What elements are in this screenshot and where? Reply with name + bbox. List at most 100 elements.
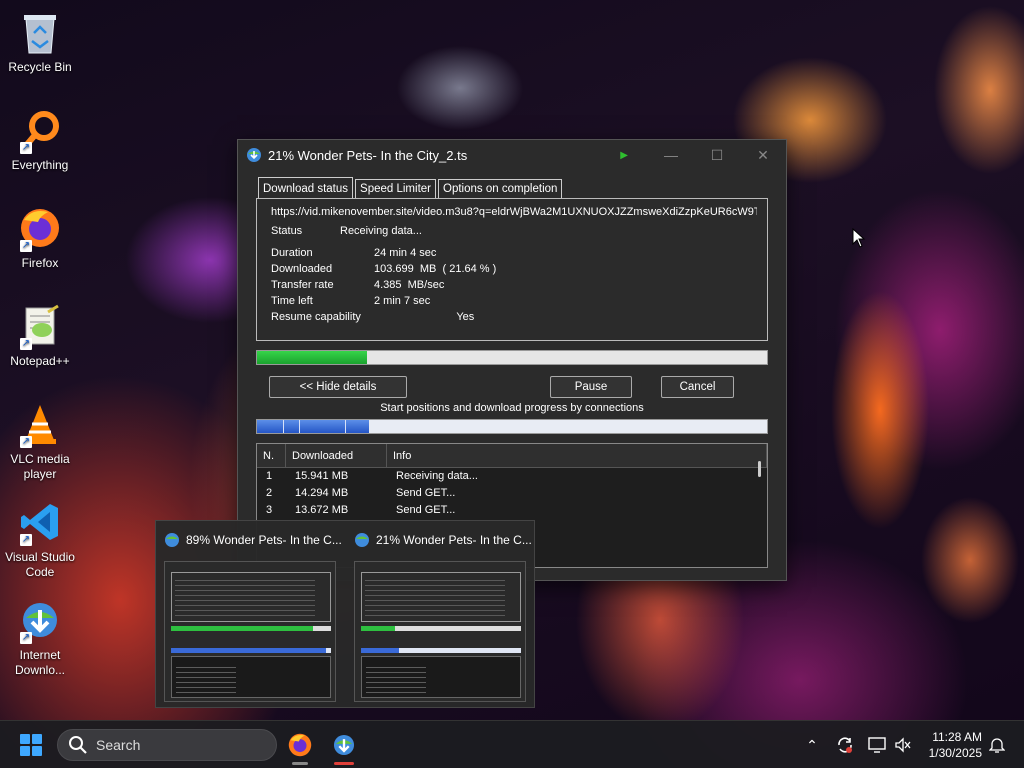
internet-download-manager-icon [333, 734, 355, 756]
table-row[interactable]: 2 14.294 MB Send GET... [257, 485, 767, 502]
minimize-button[interactable]: — [648, 147, 694, 163]
shortcut-arrow-icon: ↗ [20, 338, 32, 350]
cell-downloaded: 14.294 MB [295, 487, 349, 499]
speaker-muted-icon[interactable] [891, 733, 915, 757]
notification-bell-icon[interactable] [985, 733, 1009, 757]
desktop-icon-vlc[interactable]: ↗ VLC media player [4, 400, 76, 482]
close-button[interactable]: ✕ [740, 147, 786, 164]
table-row[interactable]: 1 15.941 MB Receiving data... [257, 468, 767, 485]
field-label: Downloaded [271, 263, 333, 275]
desktop-icon-recycle-bin[interactable]: Recycle Bin [4, 8, 76, 75]
desktop-icon-internet-download-manager[interactable]: ↗ Internet Downlo... [4, 596, 76, 678]
connections-progress-bar [256, 419, 768, 434]
notepad-plus-plus-icon: ↗ [16, 302, 64, 350]
desktop-icon-label: Notepad++ [10, 354, 70, 368]
connection-segment-marker [344, 420, 346, 433]
connection-segment-marker [282, 420, 284, 433]
recycle-bin-icon [16, 8, 64, 56]
green-flag-icon: ▶ [620, 149, 628, 161]
cell-number: 1 [266, 470, 273, 482]
clock-time: 11:28 AM [932, 730, 982, 744]
thumbnail-preview-image [354, 561, 526, 702]
everything-search-icon: ↗ [16, 106, 64, 154]
desktop-icon-everything[interactable]: ↗ Everything [4, 106, 76, 173]
dialog-title: 21% Wonder Pets- In the City_2.ts [268, 147, 468, 163]
taskbar-internet-download-manager[interactable] [328, 729, 360, 765]
download-progress-fill [257, 351, 368, 364]
cell-info: Send GET... [396, 504, 456, 516]
download-status-panel: https://vid.mikenovember.site/video.m3u8… [256, 198, 768, 341]
shortcut-arrow-icon: ↗ [20, 436, 32, 448]
tab-options-on-completion[interactable]: Options on completion [438, 179, 563, 198]
shortcut-arrow-icon: ↗ [20, 142, 32, 154]
field-value: 24 min 4 sec [374, 247, 437, 259]
thumbnail-progress-bar [361, 626, 521, 631]
cell-info: Send GET... [396, 487, 456, 499]
status-value: Receiving data... [340, 225, 422, 237]
desktop-icon-label: Internet Downlo... [14, 648, 66, 677]
shortcut-arrow-icon: ↗ [20, 240, 32, 252]
desktop-icon-vscode[interactable]: ↗ Visual Studio Code [4, 498, 76, 580]
internet-download-manager-icon: ↗ [16, 596, 64, 644]
sync-icon[interactable] [833, 733, 857, 757]
thumbnail-window-1[interactable]: 89% Wonder Pets- In the C... [156, 521, 344, 709]
mouse-cursor-icon [852, 228, 866, 248]
connection-segment-marker [298, 420, 300, 433]
clock-date: 1/30/2025 [928, 746, 982, 760]
shortcut-arrow-icon: ↗ [20, 632, 32, 644]
download-progress-bar [256, 350, 768, 365]
thumbnail-progress-bar [171, 626, 331, 631]
show-hidden-icons-chevron-up-icon[interactable]: ⌃ [800, 733, 824, 757]
field-value: 103.699 MB ( 21.64 % ) [374, 263, 497, 275]
network-display-icon[interactable] [865, 733, 889, 757]
column-header-downloaded[interactable]: Downloaded [286, 444, 387, 467]
download-url: https://vid.mikenovember.site/video.m3u8… [271, 206, 757, 218]
cell-number: 2 [266, 487, 273, 499]
system-clock[interactable]: 11:28 AM 1/30/2025 [929, 729, 982, 761]
cancel-button[interactable]: Cancel [661, 376, 734, 398]
taskbar-search-box[interactable]: Search [57, 729, 277, 761]
desktop-icon-firefox[interactable]: ↗ Firefox [4, 204, 76, 271]
idm-app-icon [165, 533, 179, 547]
thumbnail-preview-image [164, 561, 336, 702]
column-header-number[interactable]: N. [257, 444, 286, 467]
thumbnail-title: 21% Wonder Pets- In the C... [376, 533, 532, 547]
desktop-icon-label: Recycle Bin [8, 60, 72, 74]
desktop-icon-label: Firefox [21, 256, 59, 270]
maximize-button[interactable]: ☐ [694, 147, 740, 164]
desktop-icon-label: Visual Studio Code [5, 550, 75, 579]
taskbar-firefox[interactable] [284, 729, 316, 765]
connections-caption: Start positions and download progress by… [380, 402, 644, 414]
search-placeholder: Search [96, 737, 141, 753]
search-icon [69, 736, 87, 754]
table-row[interactable]: 3 13.672 MB Send GET... [257, 502, 767, 519]
field-label: Resume capability [271, 311, 361, 323]
tab-speed-limiter[interactable]: Speed Limiter [355, 179, 436, 198]
cell-info: Receiving data... [396, 470, 478, 482]
field-label: Duration [271, 247, 313, 259]
dialog-titlebar[interactable]: 21% Wonder Pets- In the City_2.ts ▶ — ☐ … [238, 140, 786, 170]
field-label: Transfer rate [271, 279, 334, 291]
field-label: Time left [271, 295, 313, 307]
desktop-icon-notepad-plus-plus[interactable]: ↗ Notepad++ [4, 302, 76, 369]
transfer-rate-row: Transfer rate 4.385 MB/sec [271, 277, 753, 293]
table-scrollbar[interactable] [758, 461, 761, 477]
desktop-icon-label: Everything [11, 158, 69, 172]
thumbnail-window-2[interactable]: 21% Wonder Pets- In the C... [346, 521, 534, 709]
firefox-icon: ↗ [16, 204, 64, 252]
taskbar-thumbnail-preview: 89% Wonder Pets- In the C... 21% Wonder … [155, 520, 535, 708]
start-button[interactable] [20, 734, 42, 756]
hide-details-button[interactable]: << Hide details [269, 376, 407, 398]
vlc-icon: ↗ [16, 400, 64, 448]
pause-button[interactable]: Pause [550, 376, 632, 398]
tab-download-status[interactable]: Download status [258, 177, 354, 198]
column-header-info[interactable]: Info [387, 444, 767, 467]
field-value: 2 min 7 sec [374, 295, 431, 307]
dialog-tabs: Download status Speed Limiter Options on… [258, 177, 564, 198]
thumbnail-title: 89% Wonder Pets- In the C... [186, 533, 342, 547]
cell-number: 3 [266, 504, 273, 516]
idm-app-icon [355, 533, 369, 547]
status-row: Status Receiving data... [271, 223, 753, 239]
desktop-icon-label: VLC media player [10, 452, 70, 481]
idm-app-icon [247, 148, 261, 162]
